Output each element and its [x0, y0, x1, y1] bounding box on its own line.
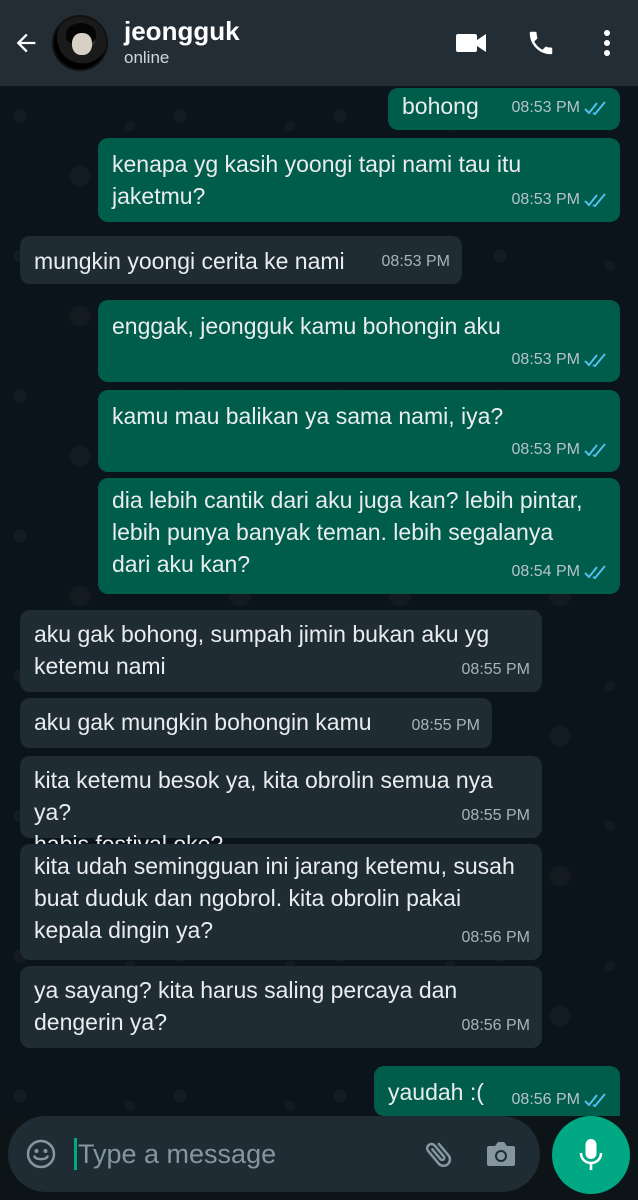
double-check-icon: [584, 193, 606, 207]
message-input-placeholder: Type a message: [78, 1138, 277, 1169]
voice-record-button[interactable]: [552, 1116, 630, 1194]
message-time: 08:53 PM: [511, 351, 580, 368]
contact-info[interactable]: jeongguk online: [124, 16, 240, 70]
video-camera-icon: [456, 34, 486, 52]
camera-icon: [487, 1142, 515, 1166]
message-text: enggak, jeongguk kamu bohongin aku: [112, 313, 501, 339]
message-bubble[interactable]: bohong 08:53 PM: [388, 88, 620, 130]
message-input[interactable]: Type a message: [74, 1116, 408, 1192]
back-button[interactable]: [0, 0, 52, 86]
message-bubble[interactable]: kenapa yg kasih yoongi tapi nami tau itu…: [98, 138, 620, 222]
avatar[interactable]: [52, 15, 108, 71]
message-bubble[interactable]: aku gak mungkin bohongin kamu 08:55 PM: [20, 698, 492, 748]
voice-call-button[interactable]: [506, 0, 576, 86]
message-text: kita udah semingguan ini jarang ketemu, …: [34, 853, 515, 943]
message-time: 08:55 PM: [411, 717, 480, 734]
message-time: 08:56 PM: [461, 1017, 530, 1034]
message-composer: Type a message: [8, 1116, 540, 1192]
message-list[interactable]: bohong 08:53 PM kenapa yg kasih yoongi t…: [0, 86, 638, 1116]
chat-header: jeongguk online: [0, 0, 638, 86]
contact-name: jeongguk: [124, 16, 240, 46]
message-bubble[interactable]: kita ketemu besok ya, kita obrolin semua…: [20, 756, 542, 857]
message-bubble[interactable]: kita udah semingguan ini jarang ketemu, …: [20, 844, 542, 960]
paperclip-icon: [425, 1142, 452, 1168]
message-text: aku gak bohong, sumpah jimin bukan aku y…: [34, 621, 490, 679]
double-check-icon: [584, 565, 606, 579]
message-time: 08:54 PM: [511, 563, 580, 580]
message-time: 08:55 PM: [461, 807, 530, 824]
camera-button[interactable]: [470, 1116, 532, 1192]
message-bubble[interactable]: enggak, jeongguk kamu bohongin aku 08:53…: [98, 300, 620, 382]
message-bubble[interactable]: mungkin yoongi cerita ke nami 08:53 PM: [20, 236, 462, 284]
double-check-icon: [584, 353, 606, 367]
arrow-left-icon: [16, 33, 36, 53]
video-call-button[interactable]: [436, 0, 506, 86]
message-text: ya sayang? kita harus saling percaya dan…: [34, 977, 458, 1035]
message-time: 08:53 PM: [511, 99, 580, 116]
message-time: 08:53 PM: [511, 441, 580, 458]
more-vertical-icon: [604, 30, 610, 56]
message-bubble[interactable]: ya sayang? kita harus saling percaya dan…: [20, 966, 542, 1048]
message-text: kamu mau balikan ya sama nami, iya?: [112, 403, 504, 429]
message-time: 08:55 PM: [461, 661, 530, 678]
message-time: 08:56 PM: [461, 929, 530, 946]
message-time: 08:53 PM: [381, 253, 450, 270]
microphone-icon: [579, 1139, 603, 1170]
message-bubble[interactable]: aku gak bohong, sumpah jimin bukan aku y…: [20, 610, 542, 692]
message-bubble[interactable]: yaudah :( 08:56 PM: [374, 1066, 620, 1116]
message-time: 08:53 PM: [511, 191, 580, 208]
phone-icon: [529, 31, 553, 55]
more-options-button[interactable]: [576, 0, 638, 86]
double-check-icon: [584, 101, 606, 115]
emoji-button[interactable]: [8, 1116, 74, 1192]
attach-button[interactable]: [408, 1116, 470, 1192]
message-bubble[interactable]: kamu mau balikan ya sama nami, iya? 08:5…: [98, 390, 620, 472]
double-check-icon: [584, 1093, 606, 1107]
message-bubble[interactable]: dia lebih cantik dari aku juga kan? lebi…: [98, 478, 620, 594]
double-check-icon: [584, 443, 606, 457]
emoji-icon: [26, 1139, 56, 1169]
contact-status: online: [124, 48, 170, 67]
message-time: 08:56 PM: [511, 1091, 580, 1108]
